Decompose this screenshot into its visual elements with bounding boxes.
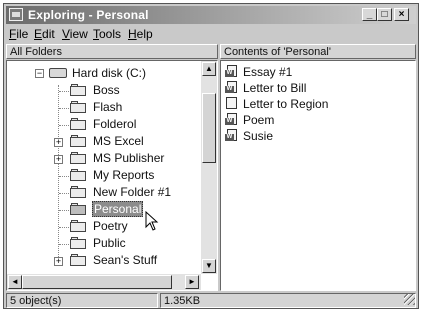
all-folders-header: All Folders bbox=[6, 44, 218, 59]
tree-line bbox=[59, 176, 69, 177]
word-document-icon: W bbox=[225, 65, 239, 78]
tree-item-label: MS Publisher bbox=[93, 151, 165, 165]
mouse-pointer-icon bbox=[145, 211, 159, 231]
tree-item-label: Poetry bbox=[93, 219, 128, 233]
close-button[interactable]: × bbox=[394, 8, 409, 21]
horizontal-scrollbar[interactable]: ◄ ► bbox=[7, 274, 201, 290]
folder-icon bbox=[70, 135, 86, 147]
minimize-button[interactable]: _ bbox=[362, 8, 377, 21]
file-label: Susie bbox=[243, 129, 274, 143]
menu-view[interactable]: View bbox=[62, 27, 88, 41]
tree-line bbox=[59, 125, 69, 126]
collapse-toggle[interactable]: − bbox=[35, 69, 44, 78]
scroll-right-button[interactable]: ► bbox=[185, 275, 199, 289]
folder-icon bbox=[70, 152, 86, 164]
expand-toggle[interactable]: + bbox=[54, 155, 63, 164]
tree-item-label: My Reports bbox=[93, 168, 155, 182]
tree-item-label-selected: Personal bbox=[92, 201, 144, 217]
tree-item-label: Flash bbox=[93, 100, 123, 114]
status-size: 1.35KB bbox=[160, 293, 416, 308]
folder-icon bbox=[70, 254, 86, 266]
scroll-up-button[interactable]: ▲ bbox=[202, 62, 216, 76]
maximize-button[interactable]: □ bbox=[377, 8, 392, 21]
explorer-window: Exploring - Personal _ □ × File Edit Vie… bbox=[3, 3, 419, 309]
word-document-icon: W bbox=[225, 113, 239, 126]
contents-header: Contents of 'Personal' bbox=[220, 44, 416, 59]
file-label: Letter to Bill bbox=[243, 81, 307, 95]
folder-icon bbox=[70, 186, 86, 198]
menu-tools[interactable]: Tools bbox=[93, 27, 121, 41]
tree-line bbox=[59, 108, 69, 109]
word-document-icon: W bbox=[225, 129, 239, 142]
menu-file[interactable]: File bbox=[9, 27, 28, 41]
tree-line bbox=[59, 91, 69, 92]
scroll-left-button[interactable]: ◄ bbox=[8, 275, 22, 289]
tree-item-label: New Folder #1 bbox=[93, 185, 172, 199]
file-label: Essay #1 bbox=[243, 65, 293, 79]
folder-icon bbox=[70, 220, 86, 232]
title-bar[interactable]: Exploring - Personal _ □ × bbox=[6, 6, 416, 24]
folder-icon bbox=[70, 118, 86, 130]
folder-icon bbox=[70, 169, 86, 181]
menu-file-rest: ile bbox=[16, 27, 29, 41]
menu-edit-rest: dit bbox=[42, 27, 55, 41]
tree-item-label: Sean's Stuff bbox=[93, 253, 158, 267]
contents-pane[interactable]: W Essay #1 W Letter to Bill Letter to Re… bbox=[220, 60, 416, 291]
tree-line bbox=[59, 210, 69, 211]
scroll-down-button[interactable]: ▼ bbox=[202, 259, 216, 273]
tree-item-label: Public bbox=[93, 236, 126, 250]
tree-item-label: Boss bbox=[93, 83, 120, 97]
menu-help-rest: elp bbox=[136, 27, 153, 41]
tree-line bbox=[59, 244, 69, 245]
folder-tree-pane[interactable]: − Hard disk (C:) Boss Flash Folderol + M… bbox=[6, 60, 218, 291]
horizontal-scroll-thumb[interactable] bbox=[22, 275, 172, 289]
hard-drive-icon bbox=[49, 68, 67, 78]
menu-tools-rest: ools bbox=[99, 27, 122, 41]
vertical-scrollbar[interactable]: ▲ ▼ bbox=[201, 61, 217, 274]
folder-icon bbox=[70, 101, 86, 113]
menu-view-rest: iew bbox=[69, 27, 88, 41]
folder-icon bbox=[70, 237, 86, 249]
menu-help[interactable]: Help bbox=[128, 27, 153, 41]
menu-bar: File Edit View Tools Help bbox=[6, 26, 416, 42]
text-document-icon bbox=[225, 97, 239, 110]
tree-item-label: Folderol bbox=[93, 117, 137, 131]
open-folder-icon bbox=[70, 203, 86, 215]
tree-item-label: Hard disk (C:) bbox=[72, 66, 147, 80]
file-label: Poem bbox=[243, 113, 275, 127]
menu-edit[interactable]: Edit bbox=[34, 27, 55, 41]
status-object-count: 5 object(s) bbox=[6, 293, 158, 308]
file-label: Letter to Region bbox=[243, 97, 329, 111]
window-title: Exploring - Personal bbox=[28, 8, 149, 22]
explorer-app-icon[interactable] bbox=[9, 8, 23, 21]
expand-toggle[interactable]: + bbox=[54, 138, 63, 147]
folder-icon bbox=[70, 84, 86, 96]
expand-toggle[interactable]: + bbox=[54, 257, 63, 266]
resize-grip[interactable] bbox=[404, 294, 415, 305]
word-document-icon: W bbox=[225, 81, 239, 94]
scroll-thumb[interactable] bbox=[202, 93, 216, 163]
tree-item-label: MS Excel bbox=[93, 134, 144, 148]
tree-line bbox=[59, 193, 69, 194]
tree-line bbox=[59, 227, 69, 228]
tree-line bbox=[58, 85, 59, 265]
